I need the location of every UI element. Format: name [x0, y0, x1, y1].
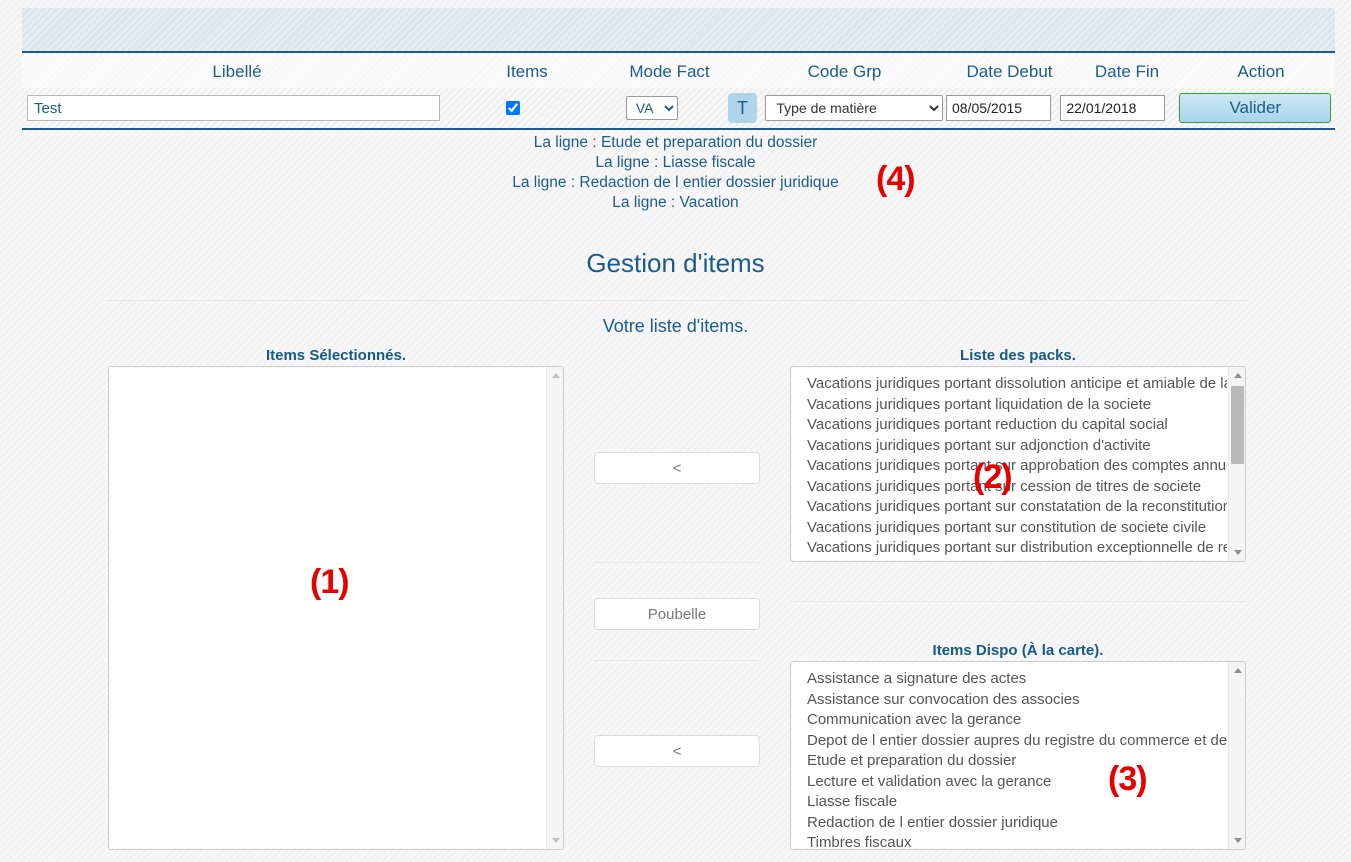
action-cell: Valider: [1171, 93, 1335, 123]
list-item[interactable]: Vacations juridiques portant sur constat…: [807, 497, 1227, 518]
ligne-message: La ligne : Liasse fiscale: [595, 154, 756, 171]
list-item[interactable]: Vacations juridiques portant sur cession…: [807, 477, 1227, 498]
ligne-message: La ligne : Vacation: [612, 194, 739, 211]
date-fin-input[interactable]: [1060, 95, 1166, 121]
move-item-left-button[interactable]: <: [594, 735, 760, 767]
dispo-options[interactable]: Assistance a signature des actes Assistan…: [791, 662, 1227, 849]
selected-items-options[interactable]: [109, 367, 545, 849]
dispo-scrollbar[interactable]: [1228, 662, 1245, 849]
table-row: VA T Type de matière Valider: [22, 88, 1335, 130]
items-checkbox[interactable]: [506, 101, 521, 115]
scroll-down-icon[interactable]: [1229, 832, 1245, 849]
scroll-up-icon[interactable]: [1229, 367, 1245, 384]
valider-button[interactable]: Valider: [1179, 93, 1332, 123]
annotation-3: (3): [1108, 760, 1148, 798]
libelle-input[interactable]: [27, 95, 441, 121]
mid-divider: [594, 562, 760, 563]
selected-items-listbox[interactable]: [108, 366, 564, 850]
list-item[interactable]: Vacations juridiques portant liquidation…: [807, 395, 1227, 416]
ligne-message: La ligne : Redaction de l entier dossier…: [512, 174, 839, 191]
list-item[interactable]: Communication avec la gerance: [807, 710, 1227, 731]
title-divider: [108, 300, 1248, 301]
list-item[interactable]: Vacations juridiques portant dissolution…: [807, 374, 1227, 395]
code-grp-cell: T Type de matière: [718, 93, 943, 123]
scroll-down-icon[interactable]: [547, 832, 563, 849]
mode-fact-select[interactable]: VA: [625, 96, 678, 120]
list-item[interactable]: Lecture et validation avec la gerance: [807, 772, 1227, 793]
table-header-row: Libellé Items Mode Fact Code Grp Date De…: [22, 55, 1335, 88]
items-checkbox-cell: [440, 101, 586, 115]
list-item[interactable]: Depot de l entier dossier aupres du regi…: [807, 731, 1227, 752]
column-header-items: Items: [506, 61, 548, 81]
list-item[interactable]: Assistance sur convocation des associes: [807, 690, 1227, 711]
column-header-libelle: Libellé: [212, 61, 262, 81]
packs-scrollbar[interactable]: [1228, 367, 1245, 561]
dispo-listbox[interactable]: Assistance a signature des actes Assistan…: [790, 661, 1246, 850]
ligne-messages: La ligne : Etude et preparation du dossi…: [0, 133, 1351, 213]
column-header-action: Action: [1237, 61, 1285, 81]
column-header-date-fin: Date Fin: [1094, 61, 1160, 81]
packs-list-label: Liste des packs.: [960, 347, 1076, 364]
list-item[interactable]: Vacations juridiques portant reduction d…: [807, 415, 1227, 436]
selected-items-scrollbar[interactable]: [546, 367, 563, 849]
packs-listbox[interactable]: Vacations juridiques portant dissolution…: [790, 366, 1246, 562]
annotation-4: (4): [876, 160, 916, 198]
mid-divider: [594, 660, 760, 661]
list-item[interactable]: Etude et preparation du dossier: [807, 751, 1227, 772]
page-title: Gestion d'items: [586, 248, 765, 278]
annotation-1: (1): [310, 563, 350, 601]
top-banner: [22, 8, 1335, 53]
type-toggle-button[interactable]: T: [727, 93, 758, 123]
date-debut-input[interactable]: [945, 95, 1051, 121]
scrollbar-thumb[interactable]: [1231, 386, 1244, 464]
page-subtitle: Votre liste d'items.: [602, 316, 749, 336]
column-header-code-grp: Code Grp: [807, 61, 882, 81]
scroll-up-icon[interactable]: [1229, 662, 1245, 679]
move-pack-left-button[interactable]: <: [594, 452, 760, 484]
scroll-up-icon[interactable]: [547, 367, 563, 384]
date-fin-cell: [1054, 95, 1171, 121]
date-debut-cell: [943, 95, 1055, 121]
poubelle-button[interactable]: Poubelle: [594, 598, 760, 630]
column-header-date-debut: Date Debut: [966, 61, 1053, 81]
right-panel-divider: [790, 601, 1246, 602]
selected-items-label: Items Sélectionnés.: [265, 347, 407, 364]
list-item[interactable]: Redaction de l entier dossier juridique: [807, 813, 1227, 834]
list-item[interactable]: Vacations juridiques portant sur distrib…: [807, 538, 1227, 559]
list-item[interactable]: Vacations juridiques portant sur constit…: [807, 518, 1227, 539]
list-item[interactable]: Assistance a signature des actes: [807, 669, 1227, 690]
mode-fact-cell: VA: [586, 96, 717, 120]
code-grp-select[interactable]: Type de matière: [765, 95, 943, 121]
ligne-message: La ligne : Etude et preparation du dossi…: [533, 134, 818, 151]
list-item[interactable]: Timbres fiscaux: [807, 833, 1227, 849]
list-item[interactable]: Vacations juridiques portant sur adjonct…: [807, 436, 1227, 457]
list-item[interactable]: Vacations juridiques portant sur redacti…: [807, 559, 1227, 562]
list-item[interactable]: Liasse fiscale: [807, 792, 1227, 813]
list-item[interactable]: Vacations juridiques portant sur approba…: [807, 456, 1227, 477]
annotation-2: (2): [973, 458, 1013, 496]
dispo-items-label: Items Dispo (À la carte).: [932, 642, 1104, 659]
column-header-mode-fact: Mode Fact: [629, 61, 710, 81]
scroll-down-icon[interactable]: [1229, 544, 1245, 561]
